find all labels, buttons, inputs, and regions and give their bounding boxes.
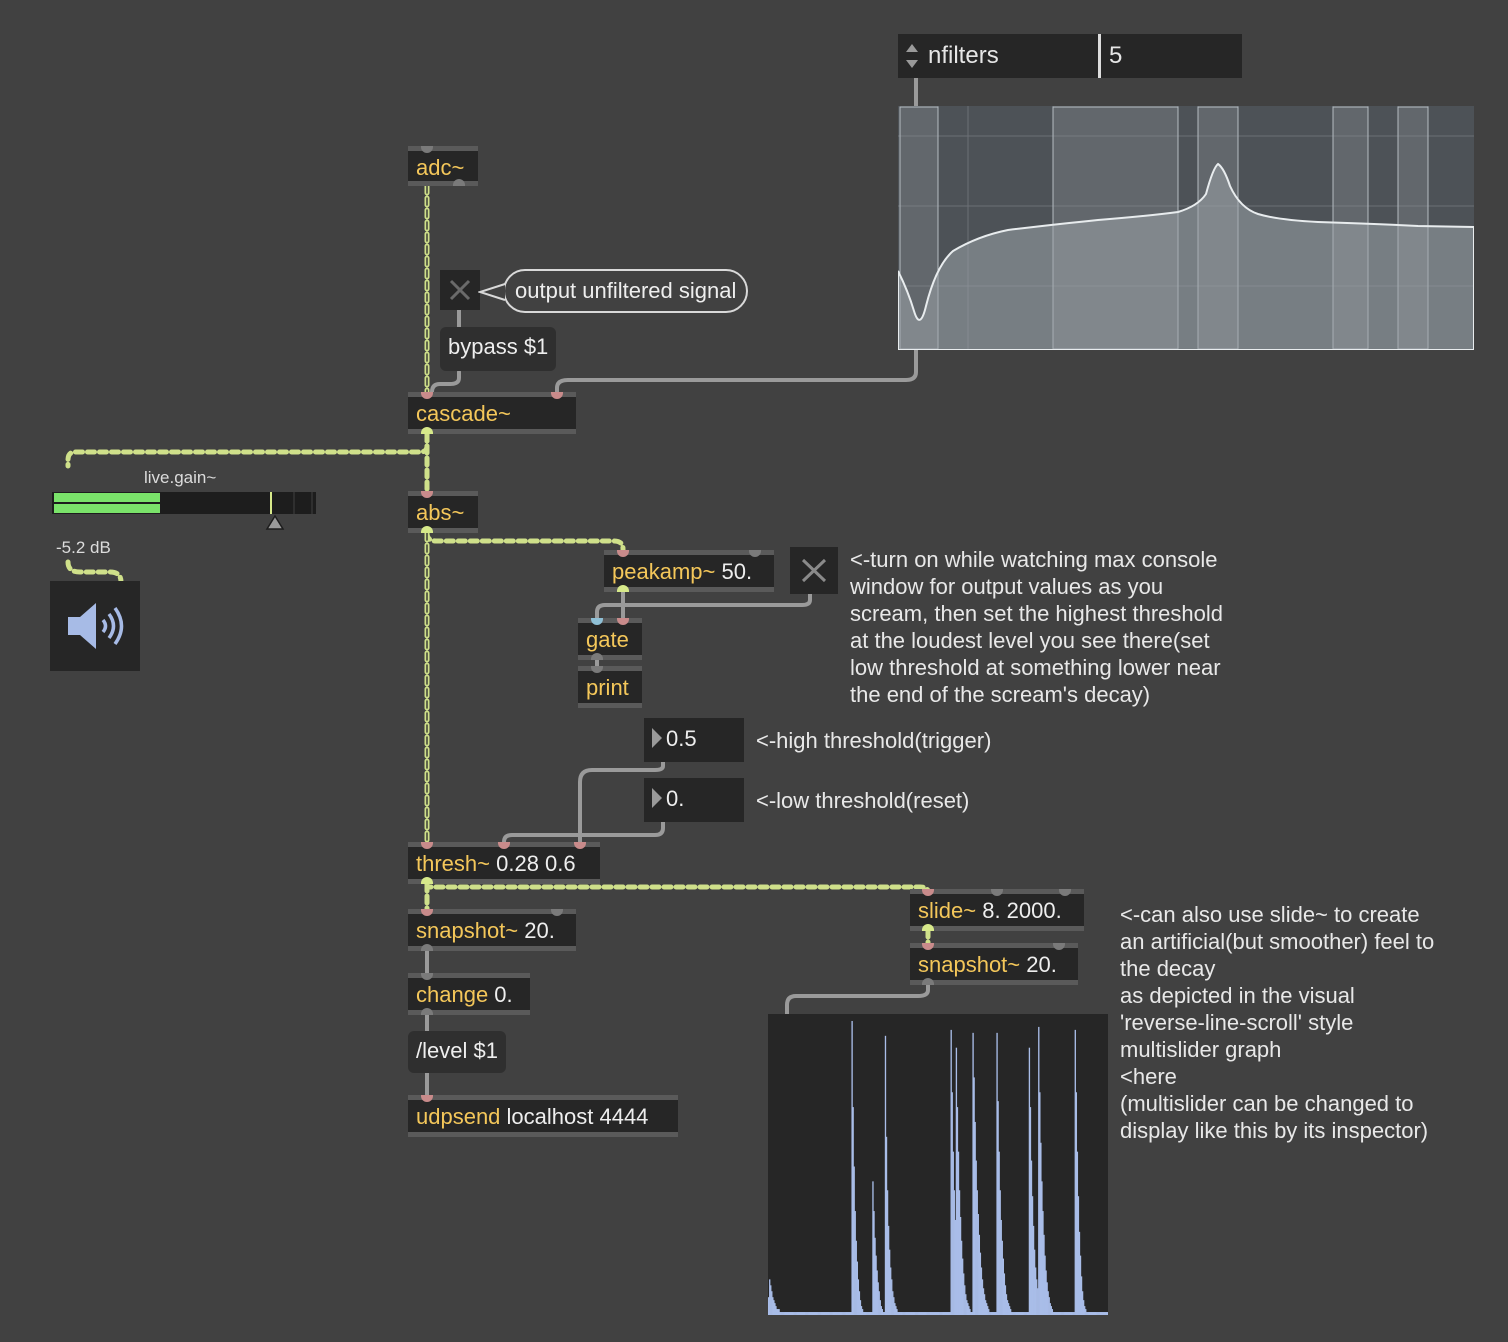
change-args: 0. <box>488 982 513 1007</box>
multislider-bar <box>1106 1312 1109 1315</box>
cable-thresh-slide <box>424 881 931 895</box>
level-message[interactable]: /level $1 <box>408 1031 506 1073</box>
nfilters-value: 5 <box>1109 42 1123 69</box>
live-gain-slider[interactable]: live.gain~ <box>52 460 320 540</box>
slide-class: slide~ <box>918 898 977 923</box>
print-toggle[interactable] <box>790 547 838 594</box>
cable-abs-peakamp <box>424 530 626 555</box>
low-threshold-number[interactable]: 0. <box>644 778 744 822</box>
slide-args: 8. 2000. <box>976 898 1062 923</box>
umenu-arrows-icon <box>906 44 918 68</box>
adc-object[interactable]: adc~ <box>408 146 478 186</box>
live-gain-label: live.gain~ <box>144 468 217 487</box>
thresh-args: 0.28 0.6 <box>490 851 576 876</box>
high-threshold-comment: <-high threshold(trigger) <box>756 728 992 753</box>
high-threshold-value: 0.5 <box>666 726 697 751</box>
print-object[interactable]: print <box>578 666 642 708</box>
filter-response-curve <box>897 106 1475 351</box>
meter-left-fill <box>54 493 160 502</box>
udpsend-class: udpsend <box>416 1104 501 1129</box>
filtergraph[interactable] <box>897 106 1475 351</box>
snapshot-class: snapshot~ <box>416 918 519 943</box>
nfilters-number-box[interactable]: 5 <box>1098 34 1242 78</box>
toggle-x-icon <box>449 279 471 301</box>
adc-class: adc~ <box>416 155 465 180</box>
multislider-graph[interactable] <box>768 1014 1109 1315</box>
multislider-bars <box>768 1020 1109 1315</box>
change-class: change <box>416 982 489 1007</box>
meter-right-fill <box>54 504 160 513</box>
snapshot2-class: snapshot~ <box>918 952 1021 977</box>
bypass-message-text: bypass $1 <box>448 334 549 359</box>
snapshot-object[interactable]: snapshot~ 20. <box>408 909 576 951</box>
cascade-class: cascade~ <box>416 401 511 426</box>
bubble-pointer-icon <box>478 283 506 301</box>
slide-comment: <-can also use slide~ to create an artif… <box>1120 902 1435 1143</box>
slide-outlet[interactable] <box>922 924 934 931</box>
cascade-outlet[interactable] <box>421 427 433 434</box>
snapshot-args: 20. <box>518 918 555 943</box>
cable-toggle-gate <box>595 592 812 622</box>
number-triangle-icon <box>652 728 662 749</box>
low-threshold-value: 0. <box>666 786 685 811</box>
peakamp-outlet[interactable] <box>617 585 629 592</box>
gain-handle-icon[interactable] <box>265 514 285 530</box>
thresh-outlet[interactable] <box>421 877 433 884</box>
peakamp-comment: <-turn on while watching max console win… <box>850 547 1223 707</box>
output-unfiltered-bubble: output unfiltered signal <box>503 269 749 313</box>
live-gain-value: -5.2 dB <box>56 538 111 557</box>
cable-snapshot2-multislider <box>785 983 930 1016</box>
peakamp-args: 50. <box>715 559 753 584</box>
abs-outlet[interactable] <box>421 526 433 533</box>
cable-livegain-speaker <box>65 559 124 585</box>
bypass-toggle[interactable] <box>440 270 480 310</box>
nfilters-label: nfilters <box>928 42 999 69</box>
speaker-icon <box>68 603 124 649</box>
max-patcher-canvas[interactable]: nfilters 5 adc~ output unfiltered signal… <box>0 0 1508 1342</box>
toggle-x-icon <box>801 558 827 583</box>
number-triangle-icon <box>652 788 662 809</box>
cable-low-thresh <box>502 820 665 844</box>
snapshot2-outlet[interactable] <box>922 978 934 985</box>
abs-class: abs~ <box>416 500 465 525</box>
udpsend-args: localhost 4444 <box>500 1104 649 1129</box>
bypass-message[interactable]: bypass $1 <box>440 327 557 371</box>
change-outlet[interactable] <box>421 1008 433 1015</box>
peakamp-class: peakamp~ <box>612 559 716 584</box>
gate-class: gate <box>586 627 629 652</box>
cable-bypass-cascade <box>430 370 461 394</box>
snapshot-outlet[interactable] <box>421 944 433 951</box>
peakamp-object[interactable]: peakamp~ 50. <box>604 550 774 592</box>
adc-outlet-2[interactable] <box>453 179 465 186</box>
cable-graph-cascade <box>555 348 918 394</box>
snapshot2-object[interactable]: snapshot~ 20. <box>910 943 1078 985</box>
abs-object[interactable]: abs~ <box>408 491 478 533</box>
udpsend-object[interactable]: udpsend localhost 4444 <box>408 1095 678 1137</box>
low-threshold-comment: <-low threshold(reset) <box>756 788 970 813</box>
gate-object[interactable]: gate <box>578 618 642 660</box>
nfilters-umenu[interactable]: nfilters <box>898 34 1098 78</box>
print-class: print <box>586 675 629 700</box>
cascade-object[interactable]: cascade~ <box>408 392 576 434</box>
ezdac-speaker-button[interactable] <box>50 581 140 671</box>
bubble-text: output unfiltered signal <box>515 278 737 303</box>
level-message-text: /level $1 <box>416 1038 498 1063</box>
thresh-class: thresh~ <box>416 851 490 876</box>
high-threshold-number[interactable]: 0.5 <box>644 718 744 762</box>
snapshot2-args: 20. <box>1020 952 1057 977</box>
gate-outlet[interactable] <box>591 653 603 660</box>
